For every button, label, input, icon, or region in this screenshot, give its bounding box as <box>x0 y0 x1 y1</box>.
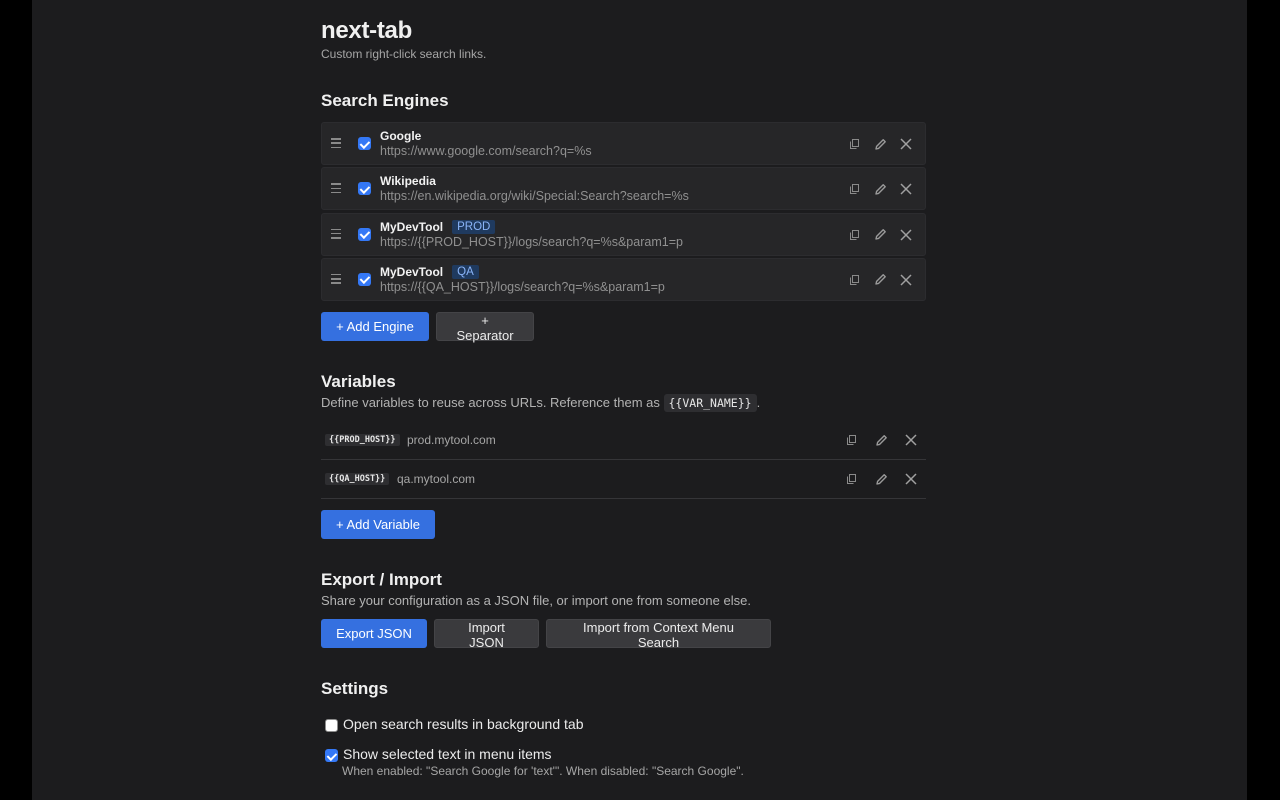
engine-badge: PROD <box>452 219 496 234</box>
engine-name: MyDevTool QA <box>380 264 479 279</box>
close-icon[interactable] <box>896 469 926 489</box>
add-separator-button[interactable]: + Separator <box>436 312 534 343</box>
variable-row[interactable]: {{PROD_HOST}} prod.mytool.com <box>321 421 926 460</box>
engine-row-actions <box>841 225 919 245</box>
engine-row-actions <box>841 270 919 290</box>
export-json-button[interactable]: Export JSON <box>321 619 427 648</box>
show-selected-text-label: Show selected text in menu items <box>343 746 552 762</box>
engine-enabled-checkbox[interactable] <box>358 137 371 150</box>
settings-section-title: Settings <box>321 679 389 698</box>
variable-row-actions <box>836 430 926 450</box>
close-icon[interactable] <box>893 225 919 245</box>
engine-row-actions <box>841 134 919 154</box>
engines-section-title: Search Engines <box>321 91 449 110</box>
pencil-icon[interactable] <box>866 469 896 489</box>
engine-badge: QA <box>452 264 479 279</box>
engine-name-text: MyDevTool <box>380 219 444 234</box>
drag-handle-icon[interactable] <box>331 138 341 148</box>
copy-icon[interactable] <box>836 430 866 450</box>
copy-icon[interactable] <box>841 270 867 290</box>
variables-desc-end: . <box>756 395 761 410</box>
show-selected-text-checkbox[interactable] <box>325 749 338 762</box>
pencil-icon[interactable] <box>867 270 893 290</box>
show-selected-text-setting[interactable]: Show selected text in menu items When en… <box>321 746 926 782</box>
engine-url: https://www.google.com/search?q=%s <box>380 144 592 158</box>
engine-name: MyDevTool PROD <box>380 219 496 234</box>
drag-handle-icon[interactable] <box>331 228 341 239</box>
engine-name-text: Google <box>380 129 422 143</box>
engine-enabled-checkbox[interactable] <box>358 227 371 241</box>
pencil-icon[interactable] <box>867 134 893 154</box>
copy-icon[interactable] <box>841 179 867 199</box>
app-subtitle: Custom right-click search links. <box>321 47 487 61</box>
engine-enabled-checkbox[interactable] <box>358 182 371 196</box>
import-json-button[interactable]: Import JSON <box>434 619 539 650</box>
engine-name: Wikipedia <box>380 174 436 188</box>
close-icon[interactable] <box>893 179 919 199</box>
pencil-icon[interactable] <box>867 225 893 245</box>
pencil-icon[interactable] <box>867 179 893 199</box>
close-icon[interactable] <box>896 430 926 450</box>
engine-row-mydevtool-prod[interactable]: MyDevTool PROD https://{{PROD_HOST}}/log… <box>321 212 926 256</box>
variable-row-actions <box>836 469 926 489</box>
engine-list: Google https://www.google.com/search?q=%… <box>321 122 926 303</box>
variable-value: qa.mytool.com <box>397 472 476 486</box>
background-tab-checkbox[interactable] <box>325 719 338 732</box>
engine-row-google[interactable]: Google https://www.google.com/search?q=%… <box>321 122 926 165</box>
engine-name: Google <box>380 129 421 143</box>
close-icon[interactable] <box>893 134 919 154</box>
engine-url: https://{{PROD_HOST}}/logs/search?q=%s&p… <box>380 234 683 249</box>
engine-row-mydevtool-qa[interactable]: MyDevTool QA https://{{QA_HOST}}/logs/se… <box>321 257 926 301</box>
engine-name-text: Wikipedia <box>380 174 436 189</box>
engine-row-wikipedia[interactable]: Wikipedia https://en.wikipedia.org/wiki/… <box>321 167 926 211</box>
variable-key: {{QA_HOST}} <box>325 473 390 485</box>
engine-name-text: MyDevTool <box>380 264 444 279</box>
variable-row[interactable]: {{QA_HOST}} qa.mytool.com <box>321 460 926 499</box>
drag-handle-icon[interactable] <box>331 273 341 284</box>
engine-row-actions <box>841 179 919 199</box>
copy-icon[interactable] <box>841 134 867 154</box>
export-import-section-title: Export / Import <box>321 570 442 589</box>
add-variable-button[interactable]: + Add Variable <box>321 510 435 539</box>
background-tab-label: Open search results in background tab <box>343 716 584 732</box>
pencil-icon[interactable] <box>866 430 896 450</box>
export-import-description: Share your configuration as a JSON file,… <box>321 593 751 608</box>
variable-value: prod.mytool.com <box>407 433 496 447</box>
variables-description: Define variables to reuse across URLs. R… <box>321 394 761 412</box>
add-engine-button[interactable]: + Add Engine <box>321 312 429 341</box>
app-title: next-tab <box>321 17 412 44</box>
variable-list: {{PROD_HOST}} prod.mytool.com {{QA_HOST}… <box>321 421 926 499</box>
engine-enabled-checkbox[interactable] <box>358 272 371 286</box>
engine-url: https://{{QA_HOST}}/logs/search?q=%s&par… <box>380 279 665 294</box>
variables-desc-text: Define variables to reuse across URLs. R… <box>321 395 664 410</box>
var-name-code: {{VAR_NAME}} <box>663 394 757 412</box>
variables-section-title: Variables <box>321 372 396 391</box>
background-tab-setting[interactable]: Open search results in background tab <box>321 716 926 738</box>
variable-key: {{PROD_HOST}} <box>325 434 400 446</box>
drag-handle-icon[interactable] <box>331 183 341 194</box>
copy-icon[interactable] <box>841 225 867 245</box>
engine-url: https://en.wikipedia.org/wiki/Special:Se… <box>380 189 689 204</box>
show-selected-text-hint: When enabled: "Search Google for 'text'"… <box>342 764 744 778</box>
import-context-menu-search-button[interactable]: Import from Context Menu Search <box>546 619 771 650</box>
copy-icon[interactable] <box>836 469 866 489</box>
close-icon[interactable] <box>893 270 919 290</box>
